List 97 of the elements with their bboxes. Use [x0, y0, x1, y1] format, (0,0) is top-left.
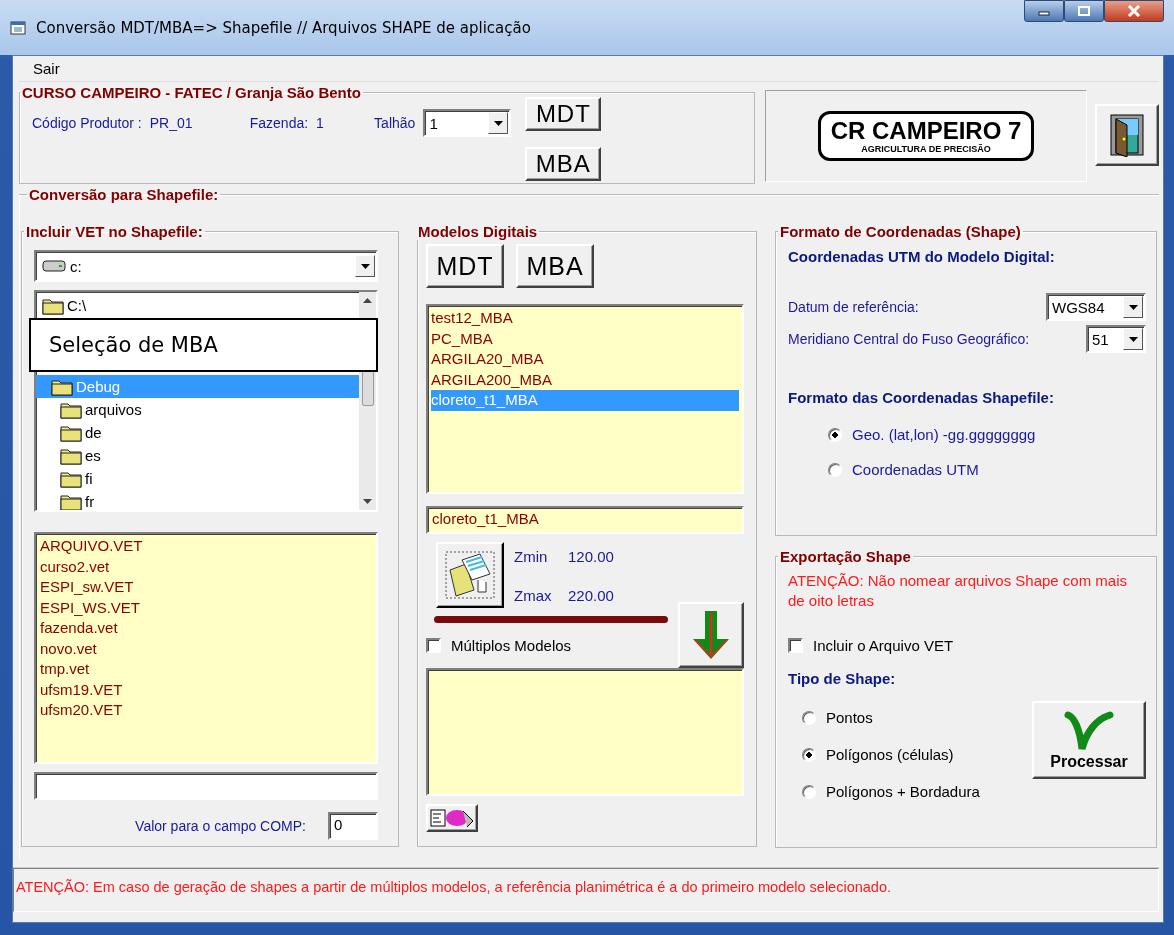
section-heading: Tipo de Shape:	[788, 670, 897, 687]
shape-type-radio[interactable]: Polígonos + Bordadura	[802, 783, 980, 800]
model-type-button[interactable]: MDT	[525, 97, 602, 131]
group-title: Modelos Digitais	[417, 223, 539, 240]
file-item[interactable]: tmp.vet	[40, 659, 372, 680]
file-item[interactable]: ARQUIVO.VET	[40, 536, 372, 557]
open-model-button[interactable]	[436, 542, 504, 608]
zmax-value: 220.00	[568, 587, 614, 606]
folder-icon	[60, 446, 82, 465]
maximize-button[interactable]	[1064, 0, 1104, 22]
model-item[interactable]: ARGILA200_MBA	[431, 369, 739, 390]
include-vet-checkbox[interactable]: Incluir o Arquivo VET	[788, 637, 1146, 654]
model-item[interactable]: PC_MBA	[431, 328, 739, 349]
close-button[interactable]	[1104, 0, 1164, 22]
drive-dropdown[interactable]: c:	[34, 250, 378, 282]
folder-item[interactable]: C:\	[36, 294, 359, 317]
folder-icon	[60, 492, 82, 510]
file-item[interactable]: curso2.vet	[40, 556, 372, 577]
comp-label: Valor para o campo COMP:	[135, 818, 306, 834]
zmin-label: Zmin	[514, 548, 549, 567]
datum-label: Datum de referência:	[788, 299, 919, 315]
door-icon	[1107, 113, 1147, 157]
datum-dropdown[interactable]: WGS84	[1046, 293, 1146, 321]
scroll-down-icon	[363, 499, 372, 504]
folder-icon	[42, 296, 64, 315]
format-radio[interactable]: Geo. (lat,lon) -gg.gggggggg	[828, 426, 1146, 443]
farm-value: 1	[316, 115, 325, 131]
menu-item[interactable]: Sair	[33, 60, 60, 77]
exit-button[interactable]	[1095, 104, 1159, 166]
logo-title: CR CAMPEIRO 7	[830, 117, 1022, 144]
drive-icon	[42, 260, 66, 272]
file-item[interactable]: ESPI_sw.VET	[40, 577, 372, 598]
multiple-models-list[interactable]	[426, 668, 744, 796]
folder-document-icon	[444, 550, 496, 600]
folder-item[interactable]: fr	[36, 490, 359, 510]
warning-text: ATENÇÃO: Não nomear arquivos Shape com mais de oito letras	[788, 571, 1129, 611]
folder-item[interactable]: de	[36, 421, 359, 444]
section-heading: Formato das Coordenadas Shapefile:	[788, 389, 1055, 406]
selected-model-field[interactable]: cloreto_t1_MBA	[426, 506, 744, 534]
plot-label: Talhão	[374, 115, 416, 131]
comp-field[interactable]: 0	[328, 812, 378, 840]
file-item[interactable]: novo.vet	[40, 638, 372, 659]
close-icon	[1127, 5, 1141, 17]
dropdown-arrow-icon	[1128, 336, 1138, 342]
multiple-models-checkbox[interactable]: Múltiplos Modelos	[426, 637, 678, 654]
folder-icon	[60, 469, 82, 488]
section-heading: Coordenadas UTM do Modelo Digital:	[788, 248, 1056, 265]
zmax-label: Zmax	[514, 587, 553, 606]
group-title: CURSO CAMPEIRO - FATEC / Granja São Bento	[21, 84, 362, 101]
group-title: Conversão para Shapefile:	[28, 186, 220, 203]
shape-type-radio[interactable]: Polígonos (células)	[802, 746, 980, 763]
dropdown-arrow-icon	[1128, 304, 1138, 310]
annotation-tooltip: Seleção de MBA	[29, 318, 378, 372]
file-name-field[interactable]	[34, 772, 378, 800]
file-item[interactable]: ufsm20.VET	[40, 700, 372, 721]
app-icon	[10, 19, 26, 36]
producer-value: PR_01	[149, 115, 194, 131]
meridian-label: Meridiano Central do Fuso Geográfico:	[788, 331, 1030, 347]
model-type-button[interactable]: MDT	[426, 244, 504, 288]
group-title: Exportação Shape	[779, 548, 912, 565]
model-list[interactable]: test12_MBA PC_MBA ARGILA20_MBA ARGILA200_MBA cloreto_t1_MBA	[426, 304, 744, 494]
model-item[interactable]: ARGILA20_MBA	[431, 349, 739, 370]
file-item[interactable]: ESPI_WS.VET	[40, 597, 372, 618]
add-model-button[interactable]	[678, 602, 744, 668]
process-button[interactable]: Processar	[1032, 701, 1146, 779]
eraser-icon	[429, 807, 475, 829]
farm-label: Fazenda:	[249, 115, 309, 131]
maximize-icon	[1078, 6, 1090, 16]
file-item[interactable]: fazenda.vet	[40, 618, 372, 639]
window-title: Conversão MDT/MBA=> Shapefile // Arquivos SHAPE de aplicação	[36, 18, 531, 37]
scroll-up-icon	[363, 298, 372, 303]
model-item[interactable]: test12_MBA	[431, 308, 739, 329]
group-title: Formato de Coordenadas (Shape)	[779, 223, 1022, 240]
vet-file-list[interactable]: ARQUIVO.VET curso2.vet ESPI_sw.VET ESPI_WS.VET fazenda.vet novo.vet tmp.vet ufsm19.VET ufsm20.VET	[34, 532, 378, 764]
logo-subtitle: AGRICULTURA DE PRECISÃO	[861, 144, 991, 155]
zmin-value: 120.00	[568, 548, 614, 567]
plot-dropdown[interactable]: 1	[423, 109, 512, 137]
folder-item[interactable]: arquivos	[36, 398, 359, 421]
dropdown-arrow-icon	[493, 120, 503, 126]
producer-label: Código Produtor :	[32, 115, 142, 131]
folder-icon	[51, 377, 73, 396]
folder-item[interactable]: es	[36, 444, 359, 467]
meridian-dropdown[interactable]: 51	[1086, 325, 1146, 353]
group-title: Incluir VET no Shapefile:	[25, 223, 204, 240]
shape-type-radio[interactable]: Pontos	[802, 709, 980, 726]
folder-item[interactable]: fi	[36, 467, 359, 490]
status-bar: ATENÇÃO: Em caso de geração de shapes a partir de múltiplos modelos, a referência planimétrica é a do primeiro modelo selecionado.	[13, 868, 1159, 912]
folder-icon	[60, 423, 82, 442]
file-item[interactable]: ufsm19.VET	[40, 679, 372, 700]
model-type-button[interactable]: MBA	[525, 147, 602, 181]
format-radio[interactable]: Coordenadas UTM	[828, 461, 1146, 478]
clear-list-button[interactable]	[426, 804, 478, 832]
checkmark-icon	[1064, 709, 1114, 753]
minimize-button[interactable]	[1024, 0, 1064, 22]
folder-icon	[60, 400, 82, 419]
dropdown-arrow-icon	[360, 263, 370, 269]
model-type-button[interactable]: MBA	[516, 244, 594, 288]
